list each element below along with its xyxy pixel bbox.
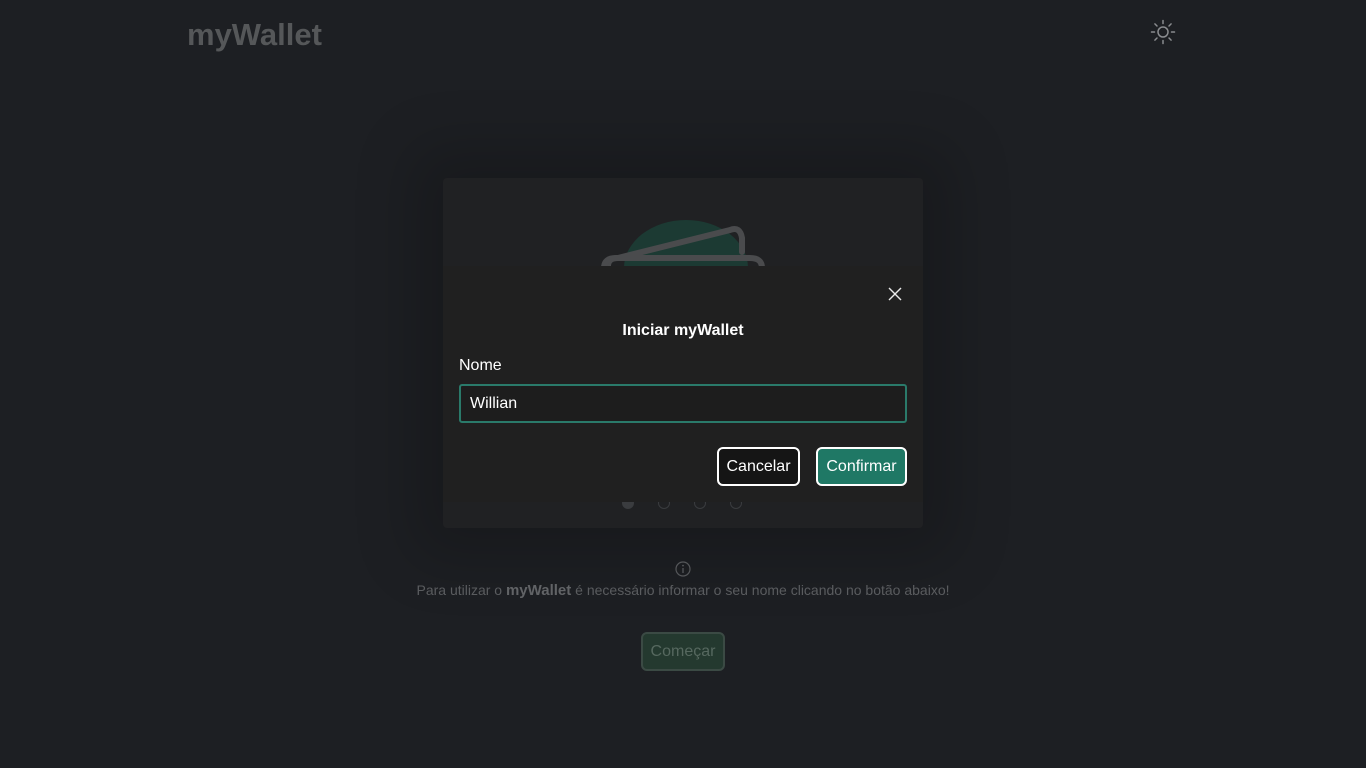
info-prefix: Para utilizar o — [416, 582, 506, 598]
theme-toggle-button[interactable] — [1149, 18, 1177, 46]
info-message: Para utilizar o myWallet é necessário in… — [0, 582, 1366, 599]
close-button[interactable] — [887, 286, 903, 302]
info-brand: myWallet — [505, 582, 572, 599]
page: myWallet Para utilizar o myWallet é nece… — [0, 0, 1366, 768]
info-suffix: é necessário informar o seu nome clicand… — [571, 582, 950, 598]
app-logo: myWallet — [187, 17, 322, 52]
name-input[interactable] — [459, 384, 907, 423]
name-label: Nome — [459, 357, 502, 374]
sun-icon — [1150, 19, 1176, 45]
start-wallet-modal: Iniciar myWallet Nome Cancelar Confirmar — [443, 266, 923, 502]
start-button[interactable]: Começar — [641, 632, 725, 671]
confirm-button[interactable]: Confirmar — [816, 447, 907, 486]
wallet-illustration — [600, 218, 766, 266]
cancel-button[interactable]: Cancelar — [717, 447, 800, 486]
info-icon — [675, 561, 691, 577]
close-icon — [888, 287, 902, 301]
modal-title: Iniciar myWallet — [622, 322, 744, 339]
